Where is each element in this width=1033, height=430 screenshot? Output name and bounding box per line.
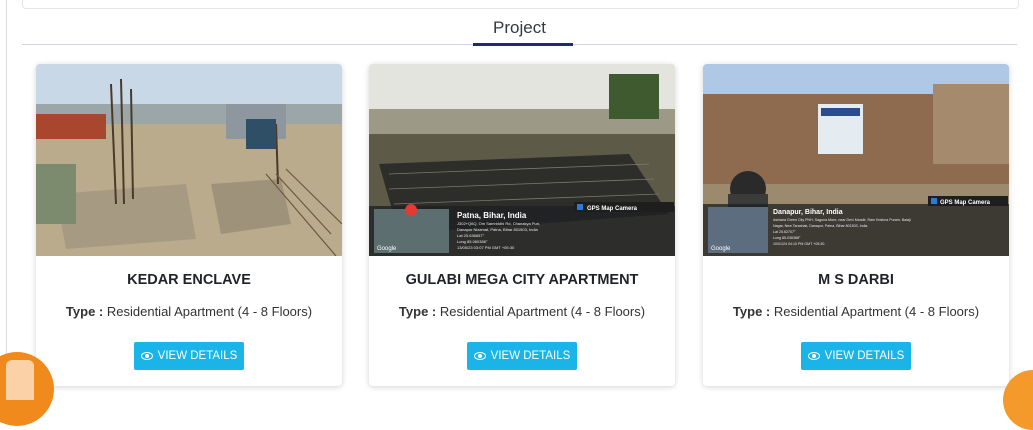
project-photo: GPS Map Camera Patna, Bihar, India J302+… bbox=[369, 64, 675, 256]
svg-text:Danapur Nizamat, Patna, Bihar: Danapur Nizamat, Patna, Bihar 801503, In… bbox=[457, 227, 538, 232]
svg-text:GPS Map Camera: GPS Map Camera bbox=[587, 206, 638, 212]
project-card: KEDAR ENCLAVE Type : Residential Apartme… bbox=[36, 64, 342, 386]
view-details-label: VIEW DETAILS bbox=[490, 350, 571, 362]
svg-text:Lat 25.636657°: Lat 25.636657° bbox=[457, 233, 485, 238]
type-label: Type : bbox=[398, 304, 437, 319]
project-photo: GPS Map Camera Danapur, Bihar, India Ash… bbox=[703, 64, 1009, 256]
phone-icon bbox=[6, 360, 34, 400]
svg-text:Google: Google bbox=[377, 246, 397, 252]
view-details-label: VIEW DETAILS bbox=[157, 350, 238, 362]
svg-text:Patna, Bihar, India: Patna, Bihar, India bbox=[457, 211, 527, 220]
view-details-button[interactable]: VIEW DETAILS bbox=[801, 342, 911, 370]
svg-text:Long 85.036388°: Long 85.036388° bbox=[773, 236, 801, 240]
view-details-button[interactable]: VIEW DETAILS bbox=[467, 342, 577, 370]
svg-text:Ashiana Green City PHH, Saguna: Ashiana Green City PHH, Saguna More, nea… bbox=[773, 218, 911, 222]
section-title: Project bbox=[493, 18, 546, 37]
top-panel-edge bbox=[22, 0, 1019, 9]
project-type: Type : Residential Apartment (4 - 8 Floo… bbox=[369, 304, 675, 319]
svg-text:GPS Map Camera: GPS Map Camera bbox=[940, 200, 991, 206]
project-type: Type : Residential Apartment (4 - 8 Floo… bbox=[36, 304, 342, 319]
svg-text:Long 85.060386°: Long 85.060386° bbox=[457, 239, 488, 244]
svg-text:13/05/23 03:07 PM GMT +05:30: 13/05/23 03:07 PM GMT +05:30 bbox=[457, 245, 515, 250]
section-header: Project bbox=[22, 18, 1017, 45]
view-details-label: VIEW DETAILS bbox=[824, 350, 905, 362]
section-title-underline bbox=[473, 43, 573, 46]
type-label: Type : bbox=[65, 304, 104, 319]
svg-text:Google: Google bbox=[711, 246, 731, 252]
type-value: Residential Apartment (4 - 8 Floors) bbox=[773, 304, 980, 319]
project-type: Type : Residential Apartment (4 - 8 Floo… bbox=[703, 304, 1009, 319]
project-card: GPS Map Camera Patna, Bihar, India J302+… bbox=[369, 64, 675, 386]
left-border bbox=[6, 0, 7, 400]
project-photo bbox=[36, 64, 342, 256]
type-value: Residential Apartment (4 - 8 Floors) bbox=[106, 304, 313, 319]
svg-text:Nagar, New Tarachak, Danapur,: Nagar, New Tarachak, Danapur, Patna, Bih… bbox=[773, 224, 867, 228]
project-card: GPS Map Camera Danapur, Bihar, India Ash… bbox=[703, 64, 1009, 386]
project-name: KEDAR ENCLAVE bbox=[127, 272, 251, 288]
view-details-button[interactable]: VIEW DETAILS bbox=[134, 342, 244, 370]
type-label: Type : bbox=[732, 304, 771, 319]
svg-text:10/01/24 04:10 PM GMT +05:30: 10/01/24 04:10 PM GMT +05:30 bbox=[773, 242, 824, 246]
project-name: GULABI MEGA CITY APARTMENT bbox=[405, 272, 639, 288]
eye-icon bbox=[140, 352, 153, 360]
svg-text:J302+Q6Q, Om Samriddhi Rd, Cha: J302+Q6Q, Om Samriddhi Rd, Chanakya Puri… bbox=[457, 221, 540, 226]
project-name: M S DARBI bbox=[818, 272, 894, 288]
svg-text:Danapur, Bihar, India: Danapur, Bihar, India bbox=[773, 209, 843, 216]
eye-icon bbox=[473, 352, 486, 360]
type-value: Residential Apartment (4 - 8 Floors) bbox=[439, 304, 646, 319]
svg-text:Lat 25.62707°: Lat 25.62707° bbox=[773, 230, 796, 234]
eye-icon bbox=[807, 352, 820, 360]
